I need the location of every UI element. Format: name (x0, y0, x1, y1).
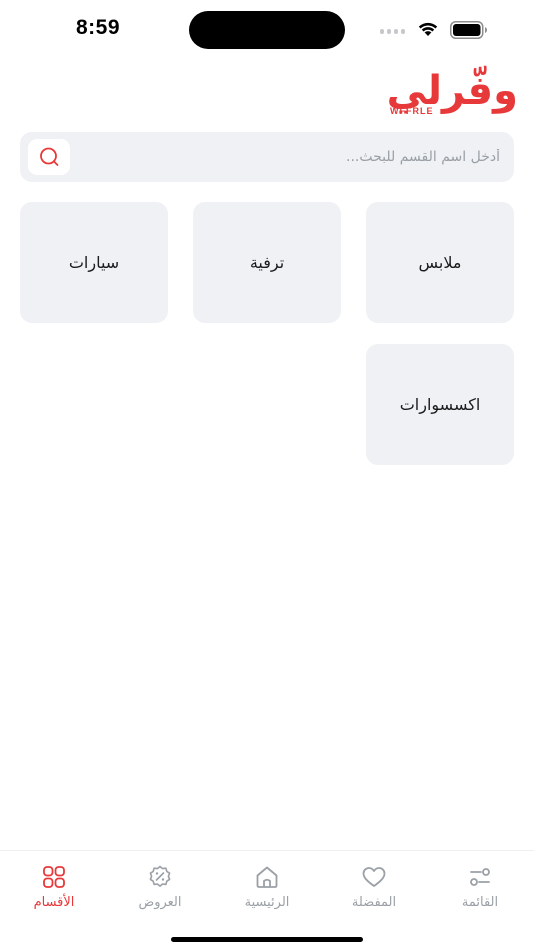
signal-icon (380, 29, 405, 34)
tab-bar: القائمة المفضلة الرئيسية العروض الأقسام (0, 850, 534, 950)
category-label: ملابس (418, 253, 462, 272)
dynamic-island (189, 11, 345, 49)
category-label: سيارات (68, 253, 120, 272)
tab-label: الأقسام (33, 895, 75, 910)
tab-menu[interactable]: القائمة (430, 863, 530, 915)
status-bar: 8:59 (0, 0, 534, 60)
category-card-accessories[interactable]: اكسسوارات (366, 344, 514, 465)
tab-label: القائمة (461, 895, 499, 910)
tab-label: المفضلة (351, 895, 397, 910)
category-label: ترفية (249, 253, 285, 272)
tab-label: العروض (138, 895, 182, 910)
sliders-icon (470, 868, 490, 886)
wifi-icon (418, 22, 438, 36)
heart-icon (362, 867, 386, 887)
tab-categories[interactable]: الأقسام (4, 863, 104, 915)
app-logo: وفّرلي WFFRLE (336, 62, 518, 124)
discount-icon (149, 865, 171, 887)
category-card-entertainment[interactable]: ترفية (193, 202, 341, 323)
search-icon (40, 147, 59, 166)
search-button[interactable] (28, 139, 70, 175)
tab-label: الرئيسية (244, 895, 290, 910)
status-time: 8:59 (76, 16, 121, 39)
category-card-cars[interactable]: سيارات (20, 202, 168, 323)
search-input[interactable] (80, 132, 500, 182)
battery-icon (450, 21, 487, 39)
category-label: اكسسوارات (399, 395, 481, 414)
home-indicator (171, 937, 363, 942)
home-icon (256, 866, 278, 888)
grid-icon (43, 866, 65, 888)
tab-home[interactable]: الرئيسية (217, 863, 317, 915)
category-card-clothes[interactable]: ملابس (366, 202, 514, 323)
logo-subtext: WFFRLE (390, 106, 434, 116)
tab-favorites[interactable]: المفضلة (324, 863, 424, 915)
tab-offers[interactable]: العروض (110, 863, 210, 915)
search-bar (20, 132, 514, 182)
